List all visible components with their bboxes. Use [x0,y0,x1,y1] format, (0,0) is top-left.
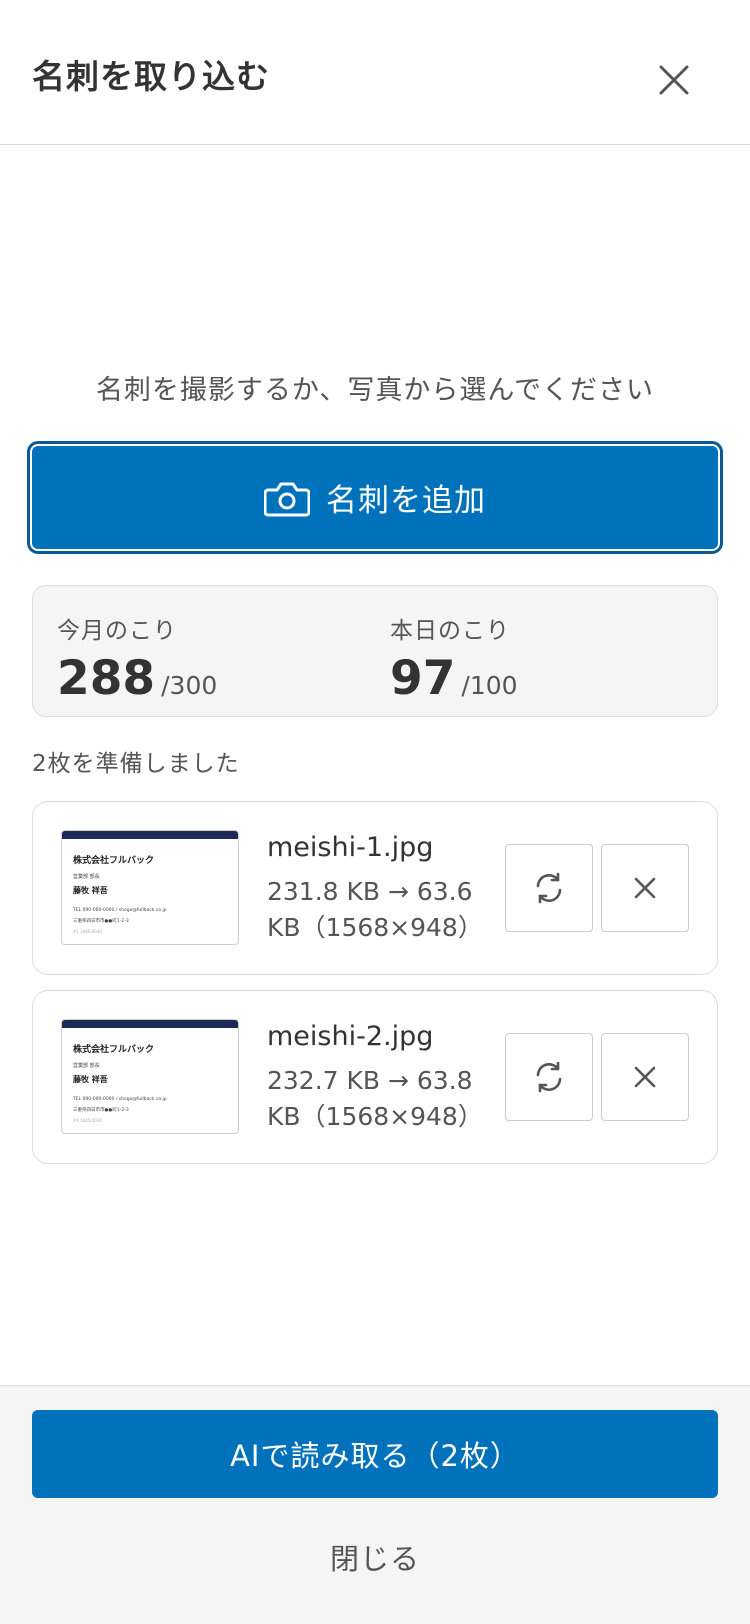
thumbnail-address: 三重県四日市市●●町1-2-3 [73,917,129,924]
close-icon[interactable] [644,50,704,110]
monthly-quota-limit: /300 [161,671,218,700]
card-thumbnail: 株式会社フルバック 営業部 部長 藤牧 祥吾 TEL 090-000-0000 … [61,1019,239,1134]
ai-read-button[interactable]: AIで読み取る（2枚） [32,1410,718,1498]
file-size-line-1: 231.8 KB → 63.6 [267,877,473,906]
close-icon [634,1066,656,1088]
add-card-button[interactable]: 名刺を追加 [30,444,720,551]
file-size: 231.8 KB → 63.6 KB（1568×948） [267,874,489,946]
thumbnail-dept: 営業部 部長 [73,1062,100,1069]
daily-quota-value: 97 [390,651,456,706]
card-thumbnail: 株式会社フルバック 営業部 部長 藤牧 祥吾 TEL 090-000-0000 … [61,830,239,945]
file-card: 株式会社フルバック 営業部 部長 藤牧 祥吾 TEL 090-000-0000 … [32,801,718,975]
daily-quota-limit: /100 [461,671,518,700]
monthly-quota-label: 今月のこり [57,618,177,644]
instruction-text: 名刺を撮影するか、写真から選んでください [95,375,655,406]
refresh-icon [536,872,562,904]
retake-button[interactable] [505,1033,593,1121]
monthly-quota-value: 288 [57,651,156,706]
ready-status: 2枚を準備しました [32,751,240,777]
retake-button[interactable] [505,844,593,932]
file-size-line-2: KB（1568×948） [267,913,483,942]
thumbnail-contact: TEL 090-000-0000 / shogo@fullback.co.jp [72,1096,167,1102]
thumbnail-person: 藤牧 祥吾 [72,885,108,895]
file-name: meishi-1.jpg [267,832,434,863]
page-title: 名刺を取り込む [32,57,270,96]
modal-header: 名刺を取り込む [0,0,750,145]
monthly-quota: 今月のこり 288 /300 [57,611,217,706]
file-size-line-1: 232.7 KB → 63.8 [267,1066,473,1095]
thumbnail-person: 藤牧 祥吾 [72,1074,108,1084]
file-card: 株式会社フルバック 営業部 部長 藤牧 祥吾 TEL 090-000-0000 … [32,990,718,1164]
thumbnail-extra: #1 2045/2030 [73,1118,102,1123]
daily-quota-label: 本日のこり [390,618,510,644]
remove-file-button[interactable] [601,844,689,932]
thumbnail-extra: #1 2045/2030 [73,929,102,934]
quota-panel: 今月のこり 288 /300 本日のこり 97 /100 [32,585,718,717]
thumbnail-company: 株式会社フルバック [73,1043,154,1055]
file-size: 232.7 KB → 63.8 KB（1568×948） [267,1063,489,1135]
thumbnail-dept: 営業部 部長 [73,873,100,880]
add-card-label: 名刺を追加 [326,483,486,519]
footer: AIで読み取る（2枚） 閉じる [0,1385,750,1624]
close-icon [634,877,656,899]
remove-file-button[interactable] [601,1033,689,1121]
refresh-icon [536,1061,562,1093]
daily-quota: 本日のこり 97 /100 [390,611,518,706]
thumbnail-company: 株式会社フルバック [73,854,154,866]
thumbnail-contact: TEL 090-000-0000 / shogo@fullback.co.jp [72,907,167,913]
close-button[interactable]: 閉じる [0,1536,750,1578]
file-size-line-2: KB（1568×948） [267,1102,483,1131]
camera-icon [263,478,311,518]
thumbnail-address: 三重県四日市市●●町1-2-3 [73,1106,129,1113]
file-name: meishi-2.jpg [267,1021,434,1052]
